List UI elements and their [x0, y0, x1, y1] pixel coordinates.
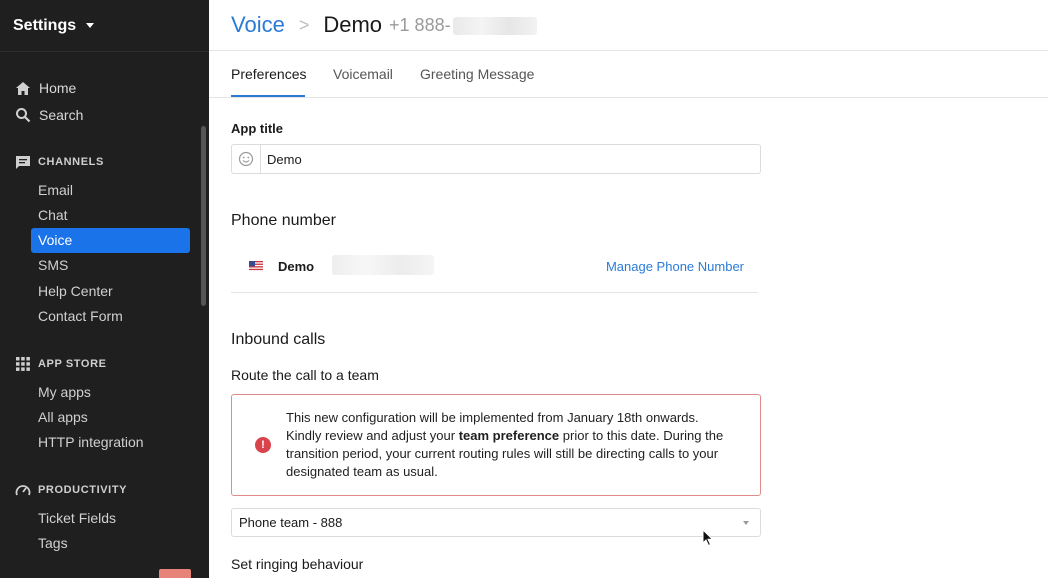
notification-tab[interactable] [159, 569, 191, 578]
sidebar-scrollbar[interactable] [201, 126, 206, 306]
home-icon [14, 79, 32, 97]
team-select-value: Phone team - 888 [239, 515, 343, 530]
chevron-down-icon [743, 521, 749, 525]
emoji-picker-icon[interactable] [232, 145, 261, 173]
tab-voicemail[interactable]: Voicemail [333, 66, 393, 82]
team-select[interactable]: Phone team - 888 [231, 508, 761, 537]
manage-phone-number-link[interactable]: Manage Phone Number [606, 259, 744, 274]
sidebar-item-my-apps[interactable]: My apps [38, 381, 91, 403]
grid-icon [14, 355, 32, 373]
caret-down-icon [86, 23, 95, 28]
mouse-cursor-icon [702, 529, 714, 547]
us-flag-icon [249, 261, 263, 271]
sidebar-item-voice[interactable]: Voice [31, 228, 190, 253]
sidebar-item-search[interactable]: Search [14, 104, 83, 126]
sidebar-item-chat[interactable]: Chat [38, 204, 68, 226]
ringing-behaviour-label: Set ringing behaviour [231, 556, 364, 572]
chat-bubble-icon [14, 153, 32, 171]
sidebar-item-tags[interactable]: Tags [38, 532, 68, 554]
tab-preferences[interactable]: Preferences [231, 66, 306, 82]
breadcrumb-separator: > [298, 14, 310, 35]
app-title-input[interactable] [261, 151, 741, 167]
sidebar-item-all-apps[interactable]: All apps [38, 406, 88, 428]
alert-icon: ! [255, 437, 271, 453]
tab-greeting-message[interactable]: Greeting Message [420, 66, 534, 82]
sidebar-item-http-integration[interactable]: HTTP integration [38, 431, 144, 453]
page-phone-number: +1 888- [389, 15, 537, 36]
phone-name: Demo [278, 259, 315, 274]
breadcrumb: Voice > Demo +1 888- [209, 0, 1048, 51]
route-call-label: Route the call to a team [231, 367, 379, 383]
gauge-icon [14, 481, 32, 499]
tab-bar: Preferences Voicemail Greeting Message [209, 51, 1048, 98]
phone-number-row: Demo Manage Phone Number [231, 253, 758, 293]
phone-number-heading: Phone number [231, 212, 336, 229]
sidebar-item-contact-form[interactable]: Contact Form [38, 305, 123, 327]
app-title-label: App title [231, 121, 283, 136]
app-title-field [231, 144, 761, 174]
breadcrumb-voice-link[interactable]: Voice [231, 12, 285, 38]
sidebar-title: Settings [13, 16, 77, 34]
app-store-section-header: APP STORE [14, 355, 107, 373]
redacted-phone-number [332, 255, 434, 275]
sidebar-item-label: Search [39, 107, 84, 123]
sidebar-item-help-center[interactable]: Help Center [38, 280, 113, 302]
sidebar-item-email[interactable]: Email [38, 179, 73, 201]
search-icon [14, 106, 32, 124]
channels-section-header: CHANNELS [14, 153, 104, 171]
redacted-number [452, 16, 537, 35]
inbound-calls-heading: Inbound calls [231, 331, 326, 348]
productivity-section-header: PRODUCTIVITY [14, 481, 127, 499]
sidebar-item-ticket-fields[interactable]: Ticket Fields [38, 507, 116, 529]
sidebar: Settings Home Search CHANNELS Email Chat… [0, 0, 209, 578]
alert-message: This new configuration will be implement… [286, 410, 724, 479]
sidebar-item-label: Home [39, 80, 77, 96]
routing-alert: ! This new configuration will be impleme… [231, 394, 761, 496]
settings-menu-toggle[interactable]: Settings [0, 0, 209, 52]
team-preference-emphasis: team preference [458, 428, 560, 443]
page-title: Demo [323, 12, 383, 37]
active-tab-indicator [231, 95, 305, 97]
sidebar-item-sms[interactable]: SMS [38, 254, 68, 276]
sidebar-item-home[interactable]: Home [14, 77, 76, 99]
